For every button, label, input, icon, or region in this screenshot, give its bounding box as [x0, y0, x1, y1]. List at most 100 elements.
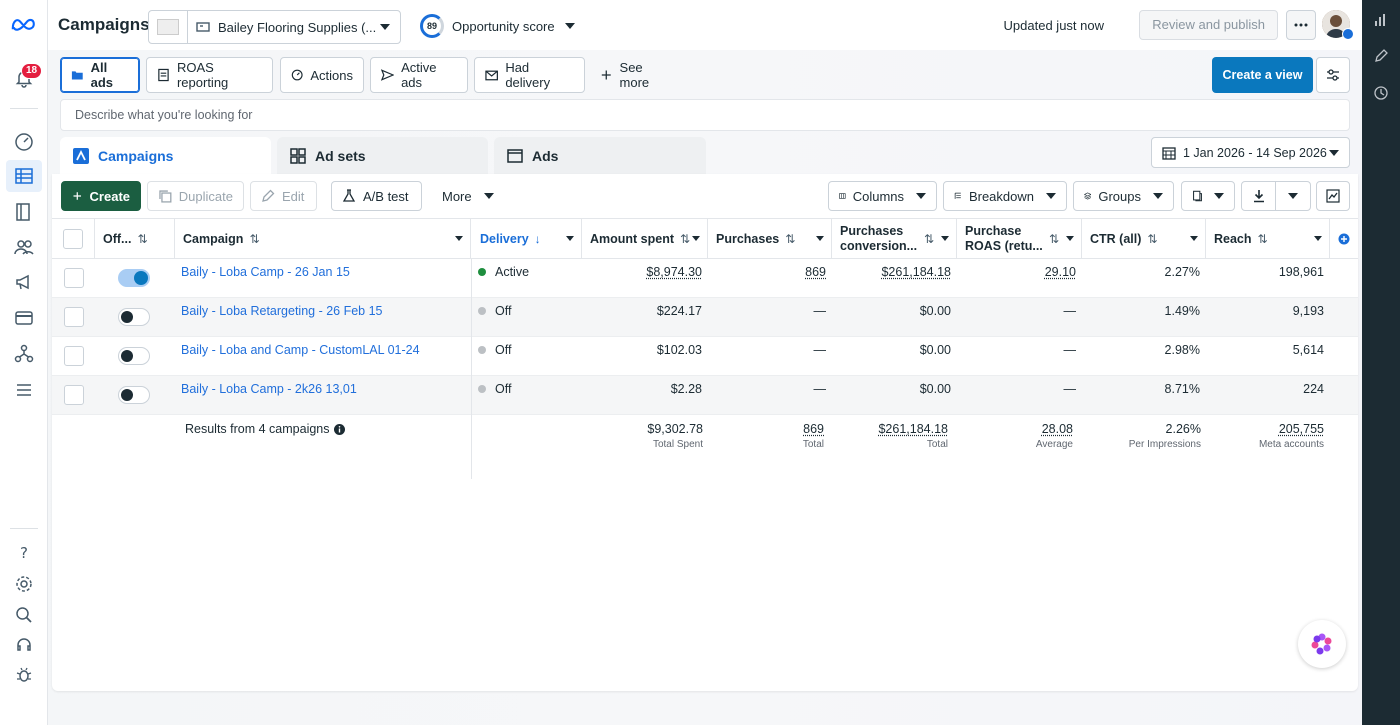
sort-descending-icon[interactable]: ↓	[535, 232, 541, 246]
tab-label: Ad sets	[315, 147, 366, 164]
search-icon[interactable]	[12, 603, 36, 627]
opportunity-score-dropdown[interactable]: 89 Opportunity score	[420, 14, 575, 38]
filter-settings-button[interactable]	[1316, 57, 1350, 93]
column-menu-chevron-icon[interactable]	[816, 236, 824, 241]
chip-actions[interactable]: Actions	[280, 57, 364, 93]
create-button[interactable]: Create	[61, 181, 141, 211]
column-header-off-on[interactable]: Off... ⇅	[95, 219, 175, 259]
add-column-plus-icon	[1338, 233, 1350, 245]
chip-roas-reporting[interactable]: ROAS reporting	[146, 57, 273, 93]
tab-campaigns[interactable]: Campaigns	[60, 137, 271, 174]
campaigns-table-icon[interactable]	[6, 160, 42, 192]
columns-dropdown[interactable]: Columns	[828, 181, 937, 211]
sort-icon[interactable]: ⇅	[1049, 232, 1059, 247]
conversion-value: $0.00	[919, 304, 951, 318]
ab-test-label: A/B test	[363, 188, 409, 204]
bar-chart-icon[interactable]	[1373, 12, 1389, 28]
ad-account-selector[interactable]: Bailey Flooring Supplies (...	[148, 10, 401, 44]
charts-button[interactable]	[1316, 181, 1350, 211]
all-tools-menu-icon[interactable]	[12, 378, 36, 402]
opportunity-score-label: Opportunity score	[452, 18, 555, 34]
sort-icon[interactable]: ⇅	[924, 232, 934, 247]
column-menu-chevron-icon[interactable]	[941, 236, 949, 241]
groups-dropdown[interactable]: Groups	[1073, 181, 1174, 211]
sort-icon[interactable]: ⇅	[1258, 232, 1268, 246]
history-clock-icon[interactable]	[1373, 85, 1389, 101]
info-icon[interactable]	[333, 423, 345, 435]
campaign-name-link[interactable]: Baily - Loba Camp - 26 Jan 15	[181, 265, 350, 279]
campaign-name-link[interactable]: Baily - Loba and Camp - CustomLAL 01-24	[181, 343, 420, 357]
campaign-name-link[interactable]: Baily - Loba Camp - 2k26 13,01	[181, 382, 357, 396]
sort-icon[interactable]: ⇅	[137, 232, 147, 246]
campaign-on-off-toggle[interactable]	[118, 347, 150, 365]
campaign-on-off-toggle[interactable]	[118, 308, 150, 326]
help-icon[interactable]: ?	[12, 540, 36, 564]
tab-ad-sets[interactable]: Ad sets	[277, 137, 488, 174]
meta-logo-icon[interactable]	[10, 14, 38, 34]
chip-all-ads[interactable]: All ads	[60, 57, 140, 93]
row-checkbox[interactable]	[64, 307, 84, 327]
account-name: Bailey Flooring Supplies (...	[218, 19, 377, 35]
campaign-name-link[interactable]: Baily - Loba Retargeting - 26 Feb 15	[181, 304, 383, 318]
tab-ads[interactable]: Ads	[494, 137, 706, 174]
row-checkbox[interactable]	[64, 346, 84, 366]
amount-spent-value[interactable]: $8,974.30	[646, 265, 702, 279]
total-conversion-value: $261,184.18 Total	[832, 422, 948, 450]
row-checkbox[interactable]	[64, 268, 84, 288]
chip-active-ads[interactable]: Active ads	[370, 57, 468, 93]
edit-button[interactable]: Edit	[250, 181, 317, 211]
report-bug-icon[interactable]	[12, 663, 36, 687]
row-checkbox[interactable]	[64, 385, 84, 405]
catalog-book-icon[interactable]	[12, 200, 36, 224]
more-dropdown[interactable]: More	[432, 181, 502, 211]
megaphone-icon[interactable]	[12, 270, 36, 294]
table-row[interactable]: Baily - Loba Camp - 2k26 13,01 Off $2.28…	[52, 376, 1358, 415]
purchases-value[interactable]: 869	[805, 265, 826, 279]
total-value[interactable]: 205,755	[1206, 422, 1324, 436]
column-menu-chevron-icon[interactable]	[1190, 236, 1198, 241]
account-logo	[157, 19, 179, 35]
campaign-on-off-toggle[interactable]	[118, 269, 150, 287]
sort-icon[interactable]: ⇅	[249, 232, 259, 246]
create-a-view-button[interactable]: Create a view	[1212, 57, 1313, 93]
column-menu-chevron-icon[interactable]	[692, 236, 700, 241]
ai-assistant-button[interactable]	[1298, 620, 1346, 668]
date-range-picker[interactable]: 1 Jan 2026 - 14 Sep 2026	[1151, 137, 1350, 168]
total-value[interactable]: 28.08	[957, 422, 1073, 436]
export-split-button[interactable]	[1241, 181, 1311, 211]
column-menu-chevron-icon[interactable]	[1066, 236, 1074, 241]
column-menu-chevron-icon[interactable]	[566, 236, 574, 241]
campaign-on-off-toggle[interactable]	[118, 386, 150, 404]
sort-icon[interactable]: ⇅	[1147, 232, 1157, 246]
chip-see-more[interactable]: See more	[590, 57, 680, 93]
export-button[interactable]	[1242, 182, 1276, 210]
overview-gauge-icon[interactable]	[12, 130, 36, 154]
duplicate-button[interactable]: Duplicate	[147, 181, 244, 211]
sort-icon[interactable]: ⇅	[680, 232, 690, 246]
pencil-icon[interactable]	[1373, 48, 1389, 64]
reports-dropdown[interactable]	[1181, 181, 1235, 211]
chip-label: Actions	[310, 67, 353, 83]
add-column-button[interactable]	[1330, 219, 1358, 259]
breakdown-dropdown[interactable]: Breakdown	[943, 181, 1067, 211]
select-all-checkbox[interactable]	[63, 229, 83, 249]
chip-had-delivery[interactable]: Had delivery	[474, 57, 585, 93]
more-options-button[interactable]	[1286, 10, 1316, 40]
support-headset-icon[interactable]	[12, 633, 36, 657]
review-and-publish-button[interactable]: Review and publish	[1139, 10, 1278, 40]
total-amount-spent: $9,302.78 Total Spent	[582, 422, 703, 450]
export-options-button[interactable]	[1276, 182, 1310, 210]
settings-gear-icon[interactable]	[12, 572, 36, 596]
conversion-value[interactable]: $261,184.18	[881, 265, 951, 279]
sort-icon[interactable]: ⇅	[785, 232, 795, 246]
business-network-icon[interactable]	[12, 342, 36, 366]
roas-value[interactable]: 29.10	[1045, 265, 1076, 279]
total-value[interactable]: 869	[708, 422, 824, 436]
ab-test-button[interactable]: A/B test	[331, 181, 422, 211]
billing-card-icon[interactable]	[12, 306, 36, 330]
total-value[interactable]: $261,184.18	[832, 422, 948, 436]
audiences-icon[interactable]	[12, 235, 36, 259]
search-input[interactable]: Describe what you're looking for	[60, 99, 1350, 131]
column-menu-chevron-icon[interactable]	[1314, 236, 1322, 241]
column-menu-chevron-icon[interactable]	[455, 236, 463, 241]
